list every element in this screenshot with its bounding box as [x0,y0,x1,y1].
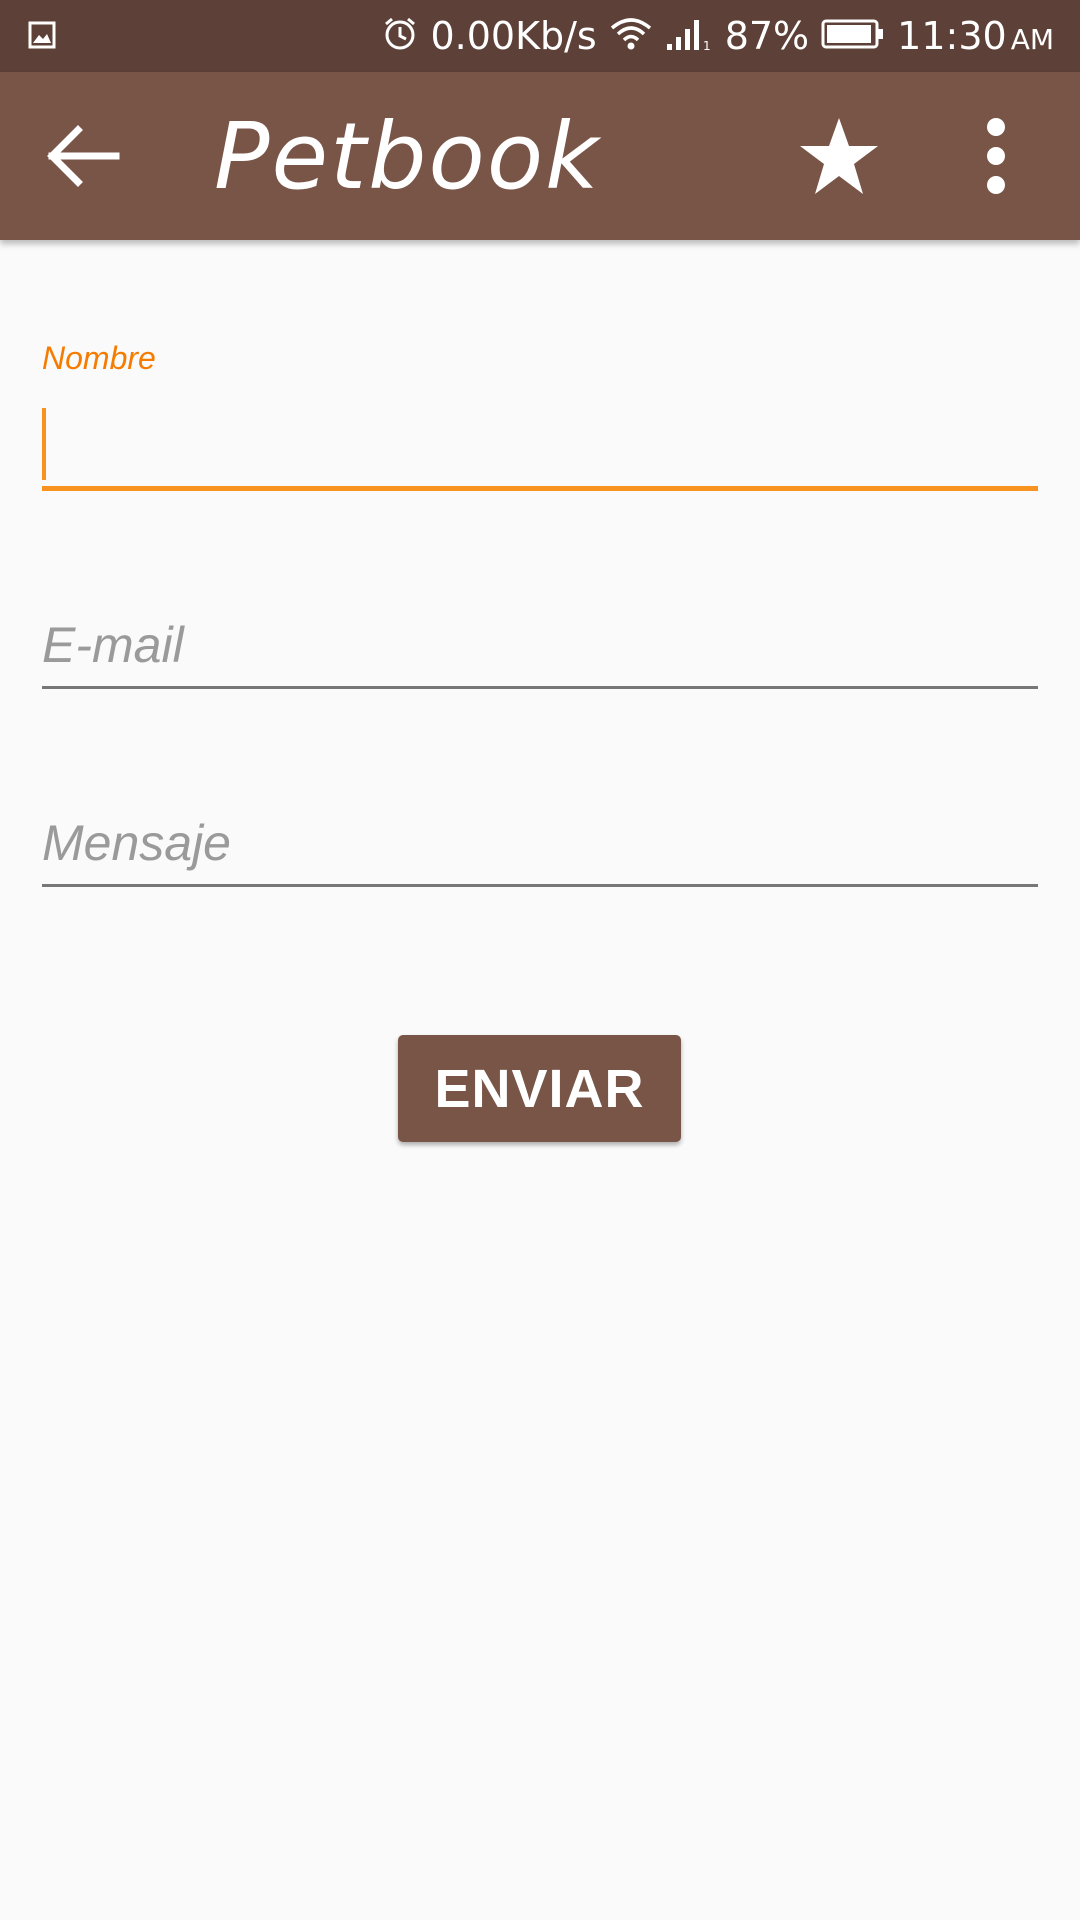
battery-icon [821,18,885,55]
mensaje-underline [42,884,1038,887]
clock-ampm: AM [1010,23,1054,56]
nombre-field: Nombre [42,340,1038,496]
nombre-input[interactable] [42,406,1038,466]
back-arrow-icon [44,125,120,196]
app-bar: Petbook [0,72,1080,240]
email-field [42,610,1038,690]
email-underline [42,686,1038,689]
nombre-label: Nombre [42,340,156,376]
svg-text:1: 1 [703,39,711,52]
alarm-icon [382,16,418,57]
star-icon [796,118,882,202]
more-vert-icon [976,118,1016,200]
network-speed: 0.00Kb/s [430,14,597,58]
gallery-icon [28,21,56,49]
email-input[interactable] [42,610,1038,680]
send-button[interactable]: ENVIAR [398,1035,681,1142]
status-bar: 0.00Kb/s 1 87% 11:30 AM [0,0,1080,72]
clock-time: 11:30 [897,14,1007,58]
wifi-icon [609,16,653,57]
clock: 11:30 AM [897,14,1054,58]
battery-percent: 87% [724,14,810,58]
app-title: Petbook [214,103,601,210]
mensaje-field [42,808,1038,888]
signal-icon: 1 [665,16,713,57]
favorite-button[interactable] [796,114,882,198]
overflow-menu-button[interactable] [976,116,1016,196]
nombre-underline [42,486,1038,491]
mensaje-input[interactable] [42,808,1038,878]
back-button[interactable] [44,120,120,192]
